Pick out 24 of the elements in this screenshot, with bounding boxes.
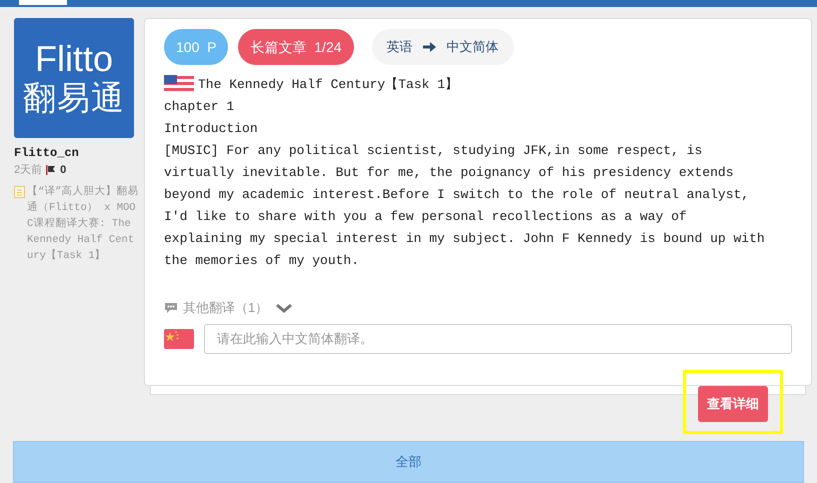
username[interactable]: Flitto_cn xyxy=(14,144,144,162)
other-translations[interactable]: 其他翻译（1） xyxy=(183,298,268,318)
logo-word: Flitto xyxy=(34,39,113,79)
all-button[interactable]: 全部 xyxy=(13,441,804,483)
source-title[interactable]: 【“译”高人胆大】翻易通（Flitto） x MOOC课程翻译大赛: The Kennedy Half Century【Task 1】 xyxy=(27,184,139,264)
comment-icon xyxy=(164,302,178,314)
text-title: The Kennedy Half Century【Task 1】 xyxy=(198,76,458,94)
post-time: 2天前 xyxy=(14,163,42,178)
text-line: Introduction xyxy=(164,120,259,138)
points-badge: 100 P xyxy=(164,29,228,65)
logo-cjk: 翻易通 xyxy=(23,79,125,117)
translation-input[interactable]: 请在此输入中文简体翻译。 xyxy=(204,324,792,354)
arrow-icon xyxy=(422,41,437,53)
chevron-icon[interactable] xyxy=(276,302,292,313)
category-badge: 长篇文章 1/24 xyxy=(238,29,354,65)
text-line: chapter 1 xyxy=(164,98,236,116)
flag-icon xyxy=(46,165,56,176)
source-language: 英语 xyxy=(386,38,413,56)
source-text: [MUSIC] For any political scientist, studying JFK,in some respect, is virtually inevitable. But for me, the poignancy of his presidency extends beyond my academic interest.Before I switch to the role of neutral analyst, I'd like to share with you a few personal recollections as a way of explaining my special interest in my subject. John F Kennedy is bound up with the memories of my youth. xyxy=(164,142,766,270)
detail-button[interactable]: 查看详细 xyxy=(698,386,768,422)
china-flag-icon xyxy=(164,328,194,348)
document-icon xyxy=(14,186,25,198)
flag-count: 0 xyxy=(60,163,66,178)
target-language: 中文简体 xyxy=(446,38,499,56)
